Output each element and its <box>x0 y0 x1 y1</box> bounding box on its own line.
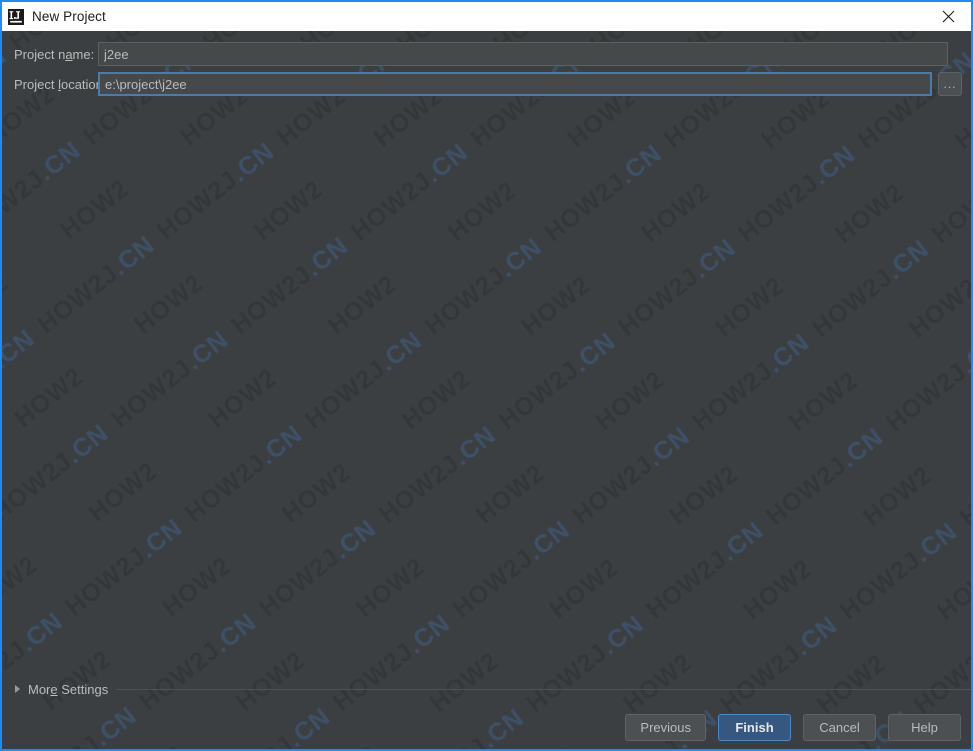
triangle-right-icon <box>15 685 20 693</box>
project-location-input[interactable] <box>98 72 932 96</box>
close-button[interactable] <box>925 2 971 31</box>
project-location-row: Project location: ... <box>2 71 962 97</box>
dialog-content: Project name: Project location: ... More… <box>2 31 971 749</box>
cancel-button[interactable]: Cancel <box>803 714 876 741</box>
title-bar: New Project <box>2 2 971 31</box>
window-title: New Project <box>32 9 106 24</box>
project-location-label: Project location: <box>14 76 107 92</box>
intellij-idea-icon <box>8 8 24 25</box>
close-icon <box>942 10 954 23</box>
help-button[interactable]: Help <box>888 714 961 741</box>
more-settings-label: More Settings <box>28 681 109 697</box>
finish-button[interactable]: Finish <box>718 714 791 741</box>
project-name-label: Project name: <box>14 46 95 62</box>
more-settings-toggle[interactable]: More Settings <box>2 679 971 699</box>
new-project-dialog: New Project HOW2J.CN HOW2J.CN <box>0 0 973 751</box>
more-settings-separator <box>116 688 971 690</box>
project-name-input[interactable] <box>98 42 948 66</box>
previous-button[interactable]: Previous <box>625 714 706 741</box>
project-name-row: Project name: <box>2 41 948 67</box>
dialog-button-bar: Previous Finish Cancel Help <box>625 714 961 741</box>
browse-button[interactable]: ... <box>938 72 962 96</box>
